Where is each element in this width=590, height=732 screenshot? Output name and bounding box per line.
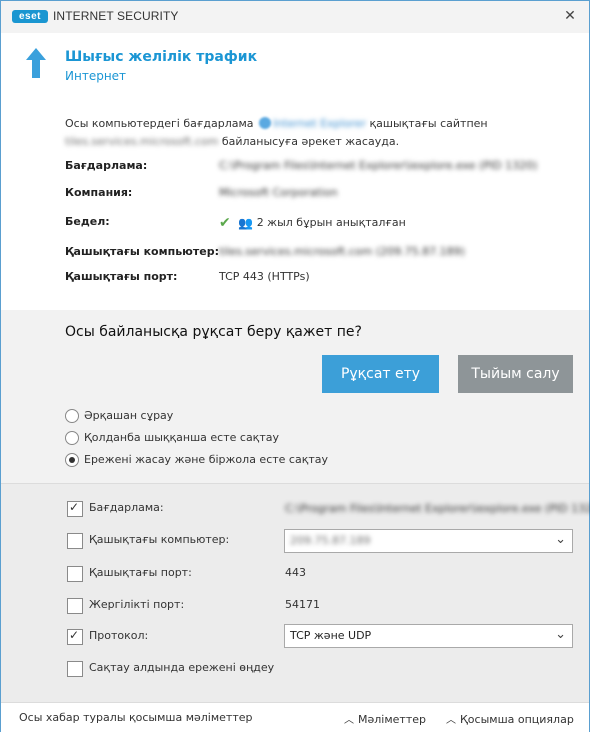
radio-button[interactable] (65, 431, 79, 445)
rule-protocol-label: Протокол: (89, 629, 149, 642)
advanced-options-link[interactable]: ︿ Қосымша опциялар (446, 711, 574, 726)
local-port-checkbox[interactable] (67, 598, 83, 614)
internet-explorer-icon (259, 117, 272, 129)
footer-info-text: Осы хабар туралы қосымша мәліметтер (19, 711, 253, 724)
protocol-dropdown[interactable]: TCP және UDP ⌄ (284, 624, 573, 648)
app-title: INTERNET SECURITY (53, 9, 179, 23)
edit-rule-label: Сақтау алдында ережені өңдеу (89, 661, 275, 674)
rule-remote-port-value: 443 (285, 566, 306, 579)
remote-computer-dropdown-value: 209.75.87.189 (290, 534, 371, 547)
remote-port-checkbox[interactable] (67, 566, 83, 582)
company-value[interactable]: Microsoft Corporation (219, 186, 338, 199)
footer-bar: Осы хабар туралы қосымша мәліметтер ︿ Мәл… (1, 702, 589, 732)
chevron-up-icon: ︿ (446, 715, 456, 726)
rule-remote-port-label: Қашықтағы порт: (89, 566, 192, 579)
description-suffix: байланысуға әрекет жасауда. (221, 135, 400, 148)
remote-computer-checkbox[interactable] (67, 533, 83, 549)
remote-computer-label: Қашықтағы компьютер: (65, 245, 219, 258)
radio-label: Қолданба шыққанша есте сақтау (84, 431, 279, 444)
description: Осы компьютердегі бағдарлама Internet Ex… (65, 115, 505, 151)
deny-button[interactable]: Тыйым салу (458, 355, 573, 393)
rule-program-label: Бағдарлама: (89, 501, 164, 514)
details-link[interactable]: ︿ Мәліметтер (344, 711, 426, 726)
description-prefix: Осы компьютердегі бағдарлама (65, 117, 254, 130)
page-subtitle: Интернет (65, 69, 127, 83)
protocol-checkbox[interactable] (67, 628, 83, 645)
title-bar: eset INTERNET SECURITY ✕ (1, 1, 589, 33)
edit-rule-checkbox[interactable] (67, 661, 83, 677)
program-label: Бағдарлама: (65, 159, 148, 172)
close-button[interactable]: ✕ (557, 5, 583, 27)
chevron-up-icon: ︿ (344, 715, 354, 726)
users-icon: 👥 (238, 216, 254, 230)
reputation-value: 2 жыл бұрын анықталған (256, 216, 406, 229)
remote-computer-value: tiles.services.microsoft.com (209.75.87.… (219, 245, 465, 258)
description-app-name[interactable]: Internet Explorer (273, 117, 366, 130)
advanced-label: Қосымша опциялар (460, 713, 574, 726)
rule-local-port-label: Жергілікті порт: (89, 598, 185, 611)
radio-button-selected[interactable] (65, 453, 79, 467)
program-value: C:\Program Files\Internet Explorer\iexpl… (219, 159, 538, 172)
description-middle: қашықтағы сайтпен (369, 117, 488, 130)
rule-local-port-value: 54171 (285, 598, 320, 611)
eset-logo: eset (12, 10, 48, 23)
question-text: Осы байланысқа рұқсат беру қажет пе? (65, 324, 362, 340)
radio-button[interactable] (65, 409, 79, 423)
reputation-label: Бедел: (65, 215, 110, 228)
protocol-dropdown-value: TCP және UDP (290, 629, 372, 642)
rule-remote-computer-label: Қашықтағы компьютер: (89, 533, 230, 546)
chevron-down-icon: ⌄ (555, 532, 566, 547)
reputation-value-wrap: ✔ 👥 2 жыл бұрын анықталған (219, 215, 406, 231)
remote-port-value: TCP 443 (HTTPs) (219, 270, 310, 283)
remote-computer-dropdown[interactable]: 209.75.87.189 ⌄ (284, 529, 573, 553)
page-title: Шығыс желілік трафик (65, 49, 258, 65)
checkmark-icon: ✔ (219, 215, 231, 231)
description-remote-host: tiles.services.microsoft.com (65, 135, 219, 148)
upload-arrow-icon (26, 48, 46, 78)
rule-program-value: C:\Program Files\Internet Explorer\iexpl… (285, 502, 590, 515)
company-label: Компания: (65, 186, 133, 199)
dialog-window: eset INTERNET SECURITY ✕ Шығыс желілік т… (0, 0, 590, 732)
remote-port-label: Қашықтағы порт: (65, 270, 178, 283)
program-checkbox[interactable] (67, 500, 83, 517)
details-label: Мәліметтер (358, 713, 426, 726)
chevron-down-icon: ⌄ (555, 627, 566, 642)
radio-label: Ережені жасау және біржола есте сақтау (84, 453, 329, 466)
radio-label: Әрқашан сұрау (84, 409, 174, 422)
allow-button[interactable]: Рұқсат ету (322, 355, 439, 393)
